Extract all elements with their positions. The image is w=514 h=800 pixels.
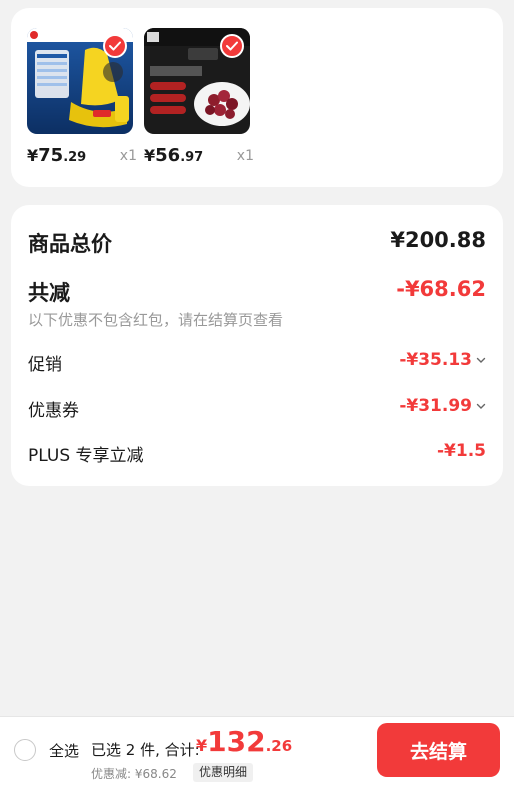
total-reduction-value: -¥68.62: [396, 277, 486, 301]
product-quantity: x1: [119, 148, 137, 164]
selected-check-icon[interactable]: [220, 34, 244, 58]
product-item[interactable]: ¥75.29 x1: [27, 28, 147, 166]
price-summary-card: 商品总价 ¥200.88 共减 -¥68.62 以下优惠不包含红包，请在结算页查…: [11, 205, 503, 486]
promotion-row[interactable]: 促销 -¥35.13: [28, 350, 486, 375]
coupon-row[interactable]: 优惠券 -¥31.99: [28, 396, 486, 421]
cart-total-amount: ¥132.26: [196, 725, 293, 758]
reduction-note: 以下优惠不包含红包，请在结算页查看: [28, 311, 284, 329]
selected-count-text: 已选 2 件, 合计:: [91, 741, 200, 759]
cart-page: ¥75.29 x1 ¥56.97 x1 商品总价 ¥200.88 共减 -¥68…: [0, 0, 514, 800]
total-reduction-label: 共减: [28, 281, 70, 305]
plus-discount-value: -¥1.5: [437, 441, 486, 461]
coupon-label: 优惠券: [28, 401, 79, 421]
chevron-down-icon[interactable]: [476, 355, 486, 365]
product-item[interactable]: ¥56.97 x1: [144, 28, 264, 166]
product-price-row: ¥75.29 x1: [27, 144, 137, 166]
selected-products-card: ¥75.29 x1 ¥56.97 x1: [11, 8, 503, 187]
selected-check-icon[interactable]: [103, 34, 127, 58]
plus-discount-row: PLUS 专享立减 -¥1.5: [28, 441, 486, 466]
product-quantity: x1: [236, 148, 254, 164]
checkout-button[interactable]: 去结算: [377, 723, 500, 777]
select-all-radio[interactable]: [14, 739, 36, 761]
product-thumbnail[interactable]: [144, 28, 250, 134]
product-price: ¥75.29: [27, 145, 87, 166]
total-reduction-row: 共减 -¥68.62: [28, 277, 486, 305]
promotion-label: 促销: [28, 355, 62, 375]
coupon-value[interactable]: -¥31.99: [399, 396, 486, 416]
chevron-down-icon[interactable]: [476, 401, 486, 411]
select-all-label[interactable]: 全选: [49, 740, 79, 761]
product-price-row: ¥56.97 x1: [144, 144, 254, 166]
checkout-bar: 全选 已选 2 件, 合计: ¥132.26 优惠减: ¥68.62 优惠明细 …: [0, 716, 514, 800]
product-thumbnail[interactable]: [27, 28, 133, 134]
plus-discount-label: PLUS 专享立减: [28, 446, 144, 466]
discount-summary: 优惠减: ¥68.62: [91, 767, 177, 781]
product-price: ¥56.97: [144, 145, 204, 166]
total-price-label: 商品总价: [28, 232, 112, 256]
promotion-value[interactable]: -¥35.13: [399, 350, 486, 370]
discount-detail-button[interactable]: 优惠明细: [193, 763, 254, 782]
total-price-row: 商品总价 ¥200.88: [28, 228, 486, 256]
total-price-value: ¥200.88: [390, 228, 486, 252]
